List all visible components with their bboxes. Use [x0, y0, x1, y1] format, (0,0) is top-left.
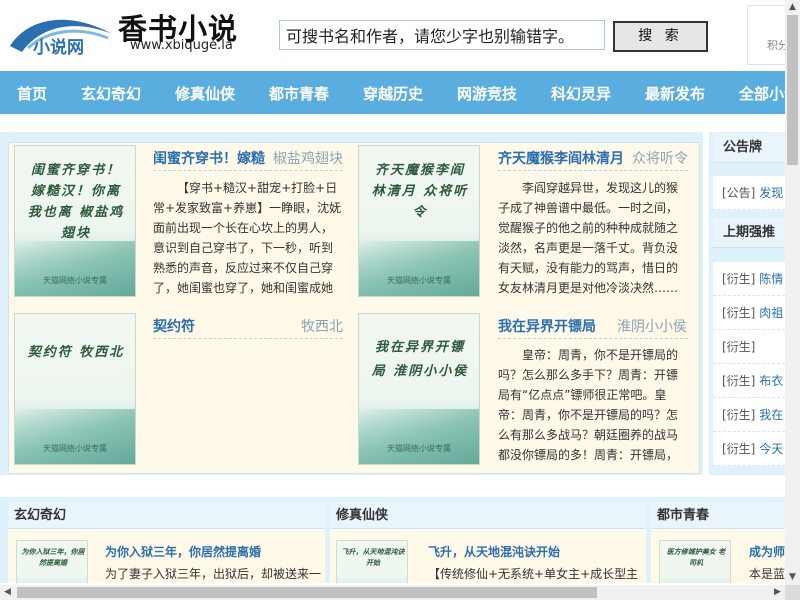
- scroll-up-icon[interactable]: ▲: [785, 0, 800, 15]
- item-tag: [衍生]: [722, 306, 756, 320]
- nav-xuanhuan[interactable]: 玄幻奇幻: [81, 83, 141, 104]
- main-nav: 首页 玄幻奇幻 修真仙侠 都市青春 穿越历史 网游竞技 科幻灵异 最新发布 全部…: [0, 71, 785, 114]
- item-tag: [衍生]: [722, 408, 756, 422]
- announcement-header: 公告牌: [713, 133, 785, 163]
- book-cover[interactable]: 飞升，从天地混沌诀开始: [336, 540, 408, 583]
- book-cover[interactable]: 闺蜜齐穿书！嫁糙汉！你离我也离 椒盐鸡翅块 天猫网络小说专属: [14, 145, 136, 297]
- divider: [153, 170, 343, 171]
- search-button[interactable]: 搜 索: [613, 21, 708, 52]
- item-tag: [衍生]: [722, 374, 756, 388]
- cover-footer: 天猫网络小说专属: [43, 276, 107, 285]
- nav-xiuzhen[interactable]: 修真仙侠: [175, 83, 235, 104]
- recommend-item[interactable]: [衍生] 肉祖: [713, 296, 785, 330]
- recommend-item[interactable]: [衍生] 陈情: [713, 262, 785, 296]
- horizontal-scroll-thumb[interactable]: [17, 587, 597, 598]
- announcement-item[interactable]: [公告] 发现: [713, 176, 785, 210]
- category-header[interactable]: 都市青春: [651, 502, 785, 529]
- vertical-scroll-thumb[interactable]: [787, 15, 798, 165]
- book-desc: 李阎穿越异世，发现这儿的猴子成了神兽谱中最低。一时之间，觉醒猴子的他之前的种种成…: [498, 181, 679, 295]
- cover-footer: 天猫网络小说专属: [387, 276, 451, 285]
- item-tag: [衍生]: [722, 272, 756, 286]
- user-panel: [747, 5, 787, 65]
- logo-small-text[interactable]: 小说网: [33, 33, 84, 58]
- book-title[interactable]: 契约符: [153, 316, 195, 336]
- category-header[interactable]: 玄幻奇幻: [8, 502, 325, 529]
- book-cover[interactable]: 齐天魔猴李阎林清月 众将听令 天猫网络小说专属: [358, 145, 480, 297]
- category-header[interactable]: 修真仙侠: [330, 502, 646, 529]
- cover-text: 契约符 牧西北: [27, 345, 125, 360]
- nav-dushi[interactable]: 都市青春: [269, 83, 329, 104]
- category-column: 玄幻奇幻 为你入狱三年，你居然提离婚 为你入狱三年，你居然提离婚 为了妻子入狱三…: [8, 502, 325, 583]
- book-cover[interactable]: 医方修城护美女 老司机: [659, 540, 731, 583]
- item-tag: [公告]: [722, 186, 756, 200]
- category-body: 飞升，从天地混沌诀开始 飞升，从天地混沌诀开始 【传统修仙+无系统+单女主+成长…: [330, 530, 646, 583]
- book-desc: 本是蓝: [749, 567, 785, 581]
- scrollbar-corner: [785, 585, 800, 600]
- recommend-item[interactable]: [衍生] 今天: [713, 432, 785, 466]
- item-link[interactable]: 布衣: [759, 374, 783, 388]
- item-link[interactable]: 肉祖: [759, 306, 783, 320]
- cover-mountain: [359, 409, 479, 464]
- scroll-down-icon[interactable]: ▼: [785, 570, 800, 585]
- nav-wangyou[interactable]: 网游竞技: [457, 83, 517, 104]
- category-body: 为你入狱三年，你居然提离婚 为你入狱三年，你居然提离婚 为了妻子入狱三年，出狱后…: [8, 530, 325, 583]
- book-title[interactable]: 我在异界开镖局: [498, 316, 596, 336]
- scroll-right-icon[interactable]: ▶: [770, 585, 785, 600]
- nav-chuanyue[interactable]: 穿越历史: [363, 83, 423, 104]
- item-link[interactable]: 陈情: [759, 272, 783, 286]
- item-link[interactable]: 发现: [759, 186, 783, 200]
- search-input[interactable]: [279, 20, 605, 50]
- cover-footer: 天猫网络小说专属: [387, 444, 451, 453]
- book-title[interactable]: 飞升，从天地混沌诀开始: [428, 543, 560, 560]
- book-desc: 为了妻子入狱三年，出狱后，却被送来一: [105, 567, 322, 581]
- item-link[interactable]: 我在: [759, 408, 783, 422]
- book-desc: 【传统修仙+无系统+单女主+成长型主: [428, 567, 639, 581]
- last-recommend-header: 上期强推: [713, 218, 785, 248]
- book-author[interactable]: 众将听令: [632, 148, 688, 168]
- recommend-item[interactable]: [衍生]: [713, 330, 785, 364]
- item-link[interactable]: 今天: [759, 442, 783, 456]
- cover-mountain: [359, 241, 479, 296]
- cover-footer: 天猫网络小说专属: [43, 444, 107, 453]
- recommend-item[interactable]: [衍生] 我在: [713, 398, 785, 432]
- book-title[interactable]: 为你入狱三年，你居然提离婚: [105, 543, 261, 560]
- nav-all[interactable]: 全部小说: [739, 83, 785, 104]
- divider: [153, 338, 343, 339]
- book-author[interactable]: 淮阴小小侯: [617, 316, 687, 336]
- book-title[interactable]: 齐天魔猴李阎林清月: [498, 148, 624, 168]
- nav-kehuan[interactable]: 科幻灵异: [551, 83, 611, 104]
- book-cover[interactable]: 契约符 牧西北 天猫网络小说专属: [14, 313, 136, 465]
- book-title[interactable]: 闺蜜齐穿书！嫁糙: [153, 148, 265, 168]
- cover-text: 医方修城护美女 老司机: [666, 548, 726, 567]
- book-cover[interactable]: 我在异界开镖局 淮阴小小侯 天猫网络小说专属: [358, 313, 480, 465]
- cover-text: 齐天魔猴李阎林清月 众将听令: [371, 163, 469, 220]
- book-author[interactable]: 椒盐鸡翅块: [273, 148, 343, 168]
- category-column: 都市青春 医方修城护美女 老司机 成为师 本是蓝: [651, 502, 785, 583]
- divider: [498, 338, 688, 339]
- nav-home[interactable]: 首页: [17, 83, 47, 104]
- cover-text: 飞升，从天地混沌诀开始: [341, 548, 405, 567]
- scroll-left-icon[interactable]: ◀: [0, 585, 15, 600]
- book-desc: 【穿书+糙汉+甜宠+打脸+日常+发家致富+养崽】一睁眼，沈妩面前出现一个长在心坎…: [153, 181, 342, 295]
- item-tag: [衍生]: [722, 340, 756, 354]
- divider: [498, 170, 688, 171]
- category-column: 修真仙侠 飞升，从天地混沌诀开始 飞升，从天地混沌诀开始 【传统修仙+无系统+单…: [330, 502, 646, 583]
- category-body: 医方修城护美女 老司机 成为师 本是蓝: [651, 530, 785, 583]
- cover-mountain: [15, 241, 135, 296]
- book-title[interactable]: 成为师: [749, 543, 785, 560]
- cover-text: 为你入狱三年，你居然提离婚: [21, 548, 85, 567]
- book-cover[interactable]: 为你入狱三年，你居然提离婚: [16, 540, 88, 583]
- site-url: www.xbiquge.la: [130, 38, 233, 53]
- cover-text: 我在异界开镖局 淮阴小小侯: [371, 340, 469, 379]
- item-tag: [衍生]: [722, 442, 756, 456]
- recommend-item[interactable]: [衍生] 布衣: [713, 364, 785, 398]
- book-author[interactable]: 牧西北: [301, 316, 343, 336]
- cover-mountain: [15, 409, 135, 464]
- nav-latest[interactable]: 最新发布: [645, 83, 705, 104]
- book-desc: 皇帝：周青，你不是开镖局的吗？怎么那么多手下？周青：开镖局有“亿点点”镖师很正常…: [498, 348, 679, 462]
- cover-text: 闺蜜齐穿书！嫁糙汉！你离我也离 椒盐鸡翅块: [27, 163, 125, 241]
